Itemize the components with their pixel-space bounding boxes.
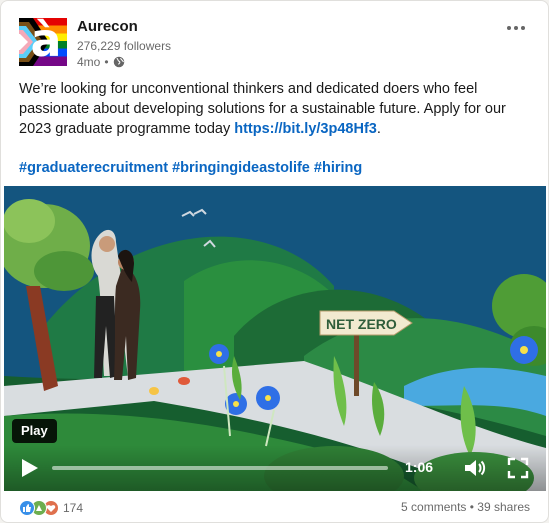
post-link-suffix: .	[376, 121, 381, 137]
follower-count: 276,229 followers	[77, 39, 172, 53]
company-logo[interactable]: à	[19, 18, 67, 66]
social-counts: 174 5 comments • 39 shares	[19, 500, 530, 518]
meta-separator: •	[104, 55, 109, 69]
post-header: à Aurecon 276,229 followers 4mo •	[19, 18, 536, 70]
reaction-count: 174	[63, 501, 84, 515]
play-icon[interactable]	[18, 457, 40, 479]
company-name[interactable]: Aurecon	[77, 18, 138, 35]
engagement-stats: 5 comments • 39 shares	[401, 500, 530, 514]
hashtag-link[interactable]: #graduaterecruitment	[19, 160, 168, 176]
like-reaction-icon	[19, 500, 35, 516]
fullscreen-icon[interactable]	[506, 456, 530, 480]
video-progress-bar[interactable]	[52, 466, 388, 470]
share-count[interactable]: 39 shares	[477, 500, 530, 514]
play-tooltip: Play	[12, 419, 57, 443]
video-controls: 1:06	[4, 445, 546, 491]
post-meta: 4mo •	[77, 55, 125, 69]
post-body: We’re looking for unconventional thinker…	[19, 79, 529, 139]
volume-icon[interactable]	[462, 456, 486, 480]
hashtag-link[interactable]: #bringingideastolife	[172, 160, 310, 176]
signpost-text: NET ZERO	[326, 316, 397, 332]
hashtag-link[interactable]: #hiring	[314, 160, 362, 176]
post-age: 4mo	[77, 55, 101, 69]
post-link[interactable]: https://bit.ly/3p48Hf3	[234, 121, 377, 137]
more-options-icon[interactable]	[502, 18, 530, 38]
hashtags: #graduaterecruitment #bringingideastolif…	[19, 158, 362, 178]
video-player[interactable]: NET ZERO Play 1:06	[4, 186, 546, 491]
logo-letter: à	[30, 18, 62, 66]
feed-post-card: à Aurecon 276,229 followers 4mo • We’re …	[0, 0, 549, 523]
video-duration: 1:06	[405, 459, 434, 475]
stats-separator: •	[469, 500, 474, 514]
globe-icon	[113, 56, 124, 68]
comment-count[interactable]: 5 comments	[401, 500, 466, 514]
reactions-summary[interactable]: 174	[19, 500, 83, 516]
